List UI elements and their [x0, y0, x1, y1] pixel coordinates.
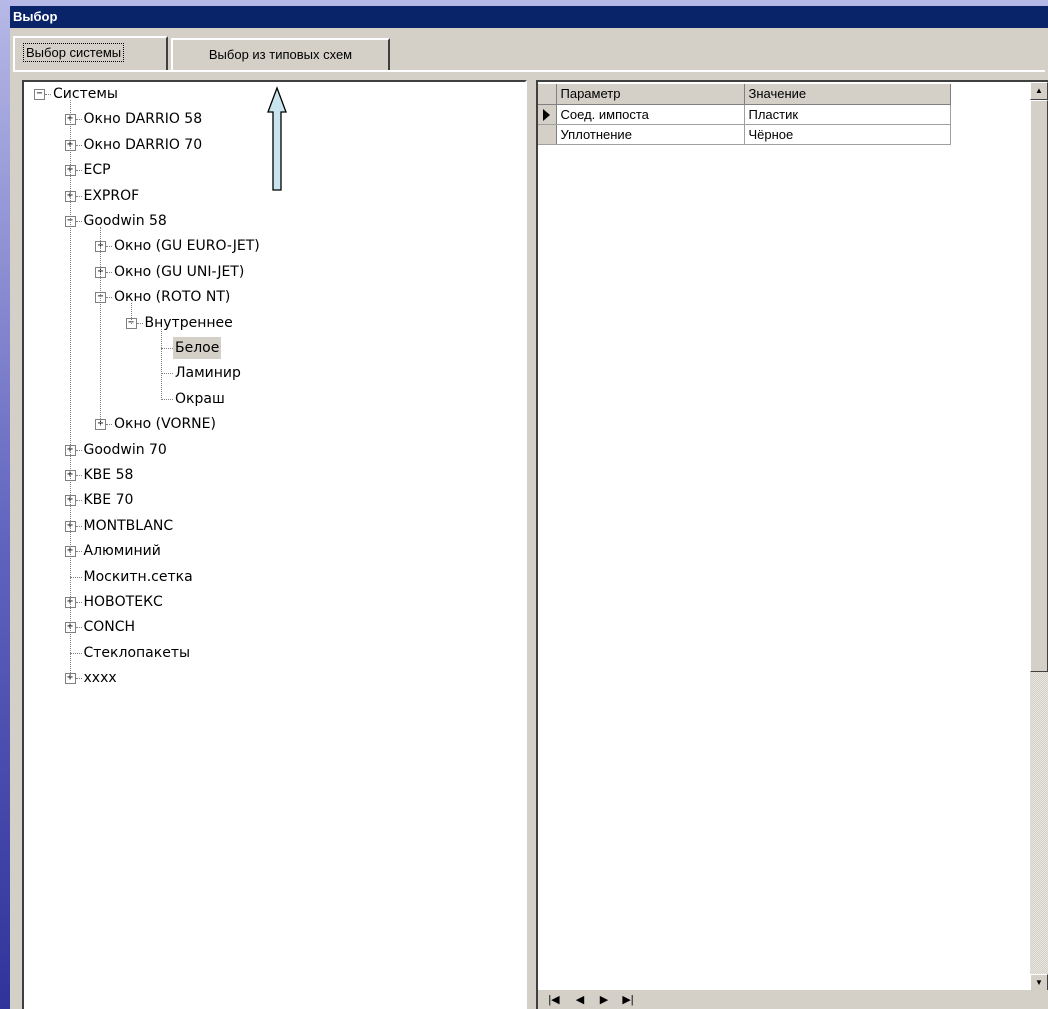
tree-node-label: Окно (GU EURO-JET) — [114, 238, 260, 255]
tree-connector — [75, 500, 82, 502]
tree-node-label: Москитн.сетка — [83, 568, 193, 585]
tree-connector — [161, 373, 173, 375]
parameter-grid[interactable]: Параметр Значение Соед. импоста Пластик … — [536, 80, 1048, 1009]
tree-connector — [106, 271, 112, 273]
tree-node-label: Внутреннее — [144, 314, 233, 331]
tree-node-label: xxxx — [83, 670, 117, 687]
value-cell[interactable]: Пластик — [744, 104, 951, 125]
parameter-table: Параметр Значение Соед. импоста Пластик … — [538, 84, 951, 145]
tree-connector — [75, 195, 82, 197]
row-indicator-header — [538, 84, 557, 105]
tree-node-label: CONCH — [83, 619, 136, 636]
tree-connector — [45, 94, 51, 95]
tree-connector — [136, 322, 143, 324]
tree-connector — [106, 297, 112, 299]
system-tree[interactable]: − Системы + Окно DARRIO 58 + Окно DARRIO 70 + E… — [22, 80, 527, 1009]
tree-connector — [75, 475, 82, 476]
tree-connector — [75, 602, 82, 603]
tree-node-label: Системы — [53, 86, 118, 102]
tree-node-label: НОВОТЕКС — [83, 594, 163, 610]
tree-node-label: Окно DARRIO 58 — [83, 111, 203, 128]
window-title: Выбор — [10, 6, 1048, 28]
table-row[interactable]: Уплотнение Чёрное — [538, 124, 951, 145]
tree-connector — [69, 652, 82, 654]
last-icon[interactable]: ▶| — [620, 992, 636, 1008]
first-icon[interactable]: |◀ — [546, 992, 562, 1008]
tree-connector — [75, 170, 82, 172]
tree-guide-line — [130, 303, 132, 324]
scroll-up-button[interactable]: ▲ — [1030, 82, 1048, 100]
selection-window: Выбор Выбор системы Выбор из типовых схе… — [10, 6, 1048, 1009]
collapse-icon[interactable]: − — [34, 89, 45, 100]
tree-node-label: Стеклопакеты — [83, 644, 191, 661]
grid-header: Параметр Значение — [538, 84, 951, 105]
tree-node-label: Ламинир — [175, 365, 241, 382]
tab-system-selection[interactable]: Выбор системы — [13, 36, 168, 70]
tree-node-label: Белое — [173, 337, 222, 359]
tree-node-label: Окно (VORNE) — [114, 416, 216, 433]
tree-connector — [75, 119, 82, 121]
tree-connector — [106, 246, 112, 248]
tree-connector — [75, 627, 82, 629]
row-indicator — [538, 104, 557, 125]
column-header-value[interactable]: Значение — [744, 84, 951, 105]
tree-connector — [75, 551, 82, 553]
record-navigator: |◀ ◀ ▶ ▶| — [538, 990, 1048, 1009]
tree-guide-line — [100, 227, 101, 426]
tab-system-selection-label: Выбор системы — [23, 43, 125, 62]
current-row-icon — [543, 109, 551, 122]
tab-template-selection[interactable]: Выбор из типовых схем — [171, 38, 390, 70]
tree-connector — [106, 424, 112, 426]
tab-divider — [13, 70, 1045, 72]
tree-node-label: Окно (GU UNI-JET) — [114, 263, 245, 280]
tree-connector — [75, 144, 82, 146]
tree-connector — [69, 576, 82, 578]
tree-node-label: Goodwin 58 — [83, 213, 167, 229]
parameter-cell[interactable]: Соед. импоста — [556, 104, 745, 125]
next-icon[interactable]: ▶ — [596, 992, 612, 1008]
tree-guide-line — [69, 100, 71, 680]
tree-node-label: KBE 70 — [83, 492, 134, 509]
prior-icon[interactable]: ◀ — [572, 992, 588, 1008]
row-indicator — [538, 124, 557, 145]
tree-connector — [161, 348, 173, 349]
vertical-scrollbar[interactable]: ▲ ▼ — [1030, 82, 1048, 992]
value-cell[interactable]: Чёрное — [744, 124, 951, 145]
tree-node-label: KBE 58 — [83, 467, 134, 483]
parameter-cell[interactable]: Уплотнение — [556, 124, 745, 145]
tree-node-label: Goodwin 70 — [83, 441, 167, 458]
tree-connector — [75, 221, 82, 222]
tree-node-label: MONTBLANC — [83, 517, 174, 534]
tree-connector — [75, 678, 82, 680]
tree-node-label: ECP — [83, 162, 111, 179]
tree-node-label: EXPROF — [83, 187, 140, 204]
tree-node-label: Окно DARRIO 70 — [83, 136, 203, 153]
tree-connector — [75, 449, 82, 451]
tree-node-label: Окраш — [175, 390, 225, 407]
tree-connector — [161, 398, 173, 400]
tree-connector — [75, 525, 82, 527]
column-header-parameter[interactable]: Параметр — [556, 84, 745, 105]
scroll-thumb[interactable] — [1030, 100, 1048, 672]
tree-node-label: Алюминий — [83, 543, 161, 560]
table-row[interactable]: Соед. импоста Пластик — [538, 104, 951, 125]
tree-guide-line — [161, 328, 162, 400]
pointer-arrow — [267, 86, 287, 191]
